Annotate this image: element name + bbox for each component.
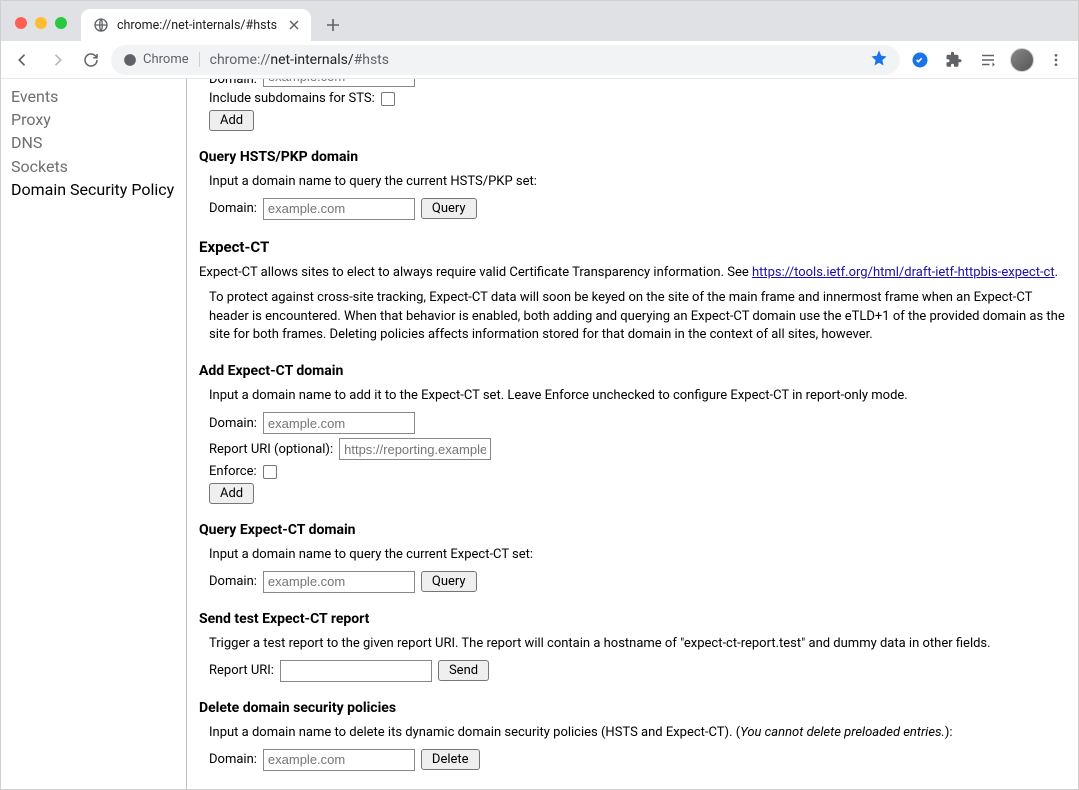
maximize-window-button[interactable] <box>55 17 67 29</box>
add-ect-desc: Input a domain name to add it to the Exp… <box>209 387 1066 406</box>
send-ect-button[interactable]: Send <box>438 660 489 681</box>
sidebar-item-dns[interactable]: DNS <box>11 131 176 154</box>
media-control-icon[interactable] <box>974 46 1002 74</box>
minimize-window-button[interactable] <box>35 17 47 29</box>
address-bar[interactable]: Chrome chrome://net-internals/#hsts <box>111 45 900 75</box>
query-hsts-button[interactable]: Query <box>421 198 477 219</box>
chip-label: Chrome <box>143 52 189 67</box>
add-ect-enforce-checkbox[interactable] <box>263 465 277 479</box>
delete-desc: Input a domain name to delete its dynami… <box>209 724 1066 743</box>
sidebar-item-events[interactable]: Events <box>11 85 176 108</box>
sidebar: Events Proxy DNS Sockets Domain Security… <box>1 79 187 789</box>
sidebar-item-proxy[interactable]: Proxy <box>11 108 176 131</box>
query-hsts-heading: Query HSTS/PKP domain <box>199 149 1066 165</box>
delete-heading: Delete domain security policies <box>199 700 1066 716</box>
add-ect-domain-label: Domain: <box>209 416 257 431</box>
include-subdomains-label: Include subdomains for STS: <box>209 91 375 106</box>
profile-avatar[interactable] <box>1008 46 1036 74</box>
query-ect-button[interactable]: Query <box>421 571 477 592</box>
reload-button[interactable] <box>77 46 105 74</box>
send-ect-desc: Trigger a test report to the given repor… <box>209 635 1066 654</box>
send-ect-uri-label: Report URI: <box>209 663 274 678</box>
back-button[interactable] <box>9 46 37 74</box>
globe-icon <box>93 17 109 33</box>
expect-ct-spec-link[interactable]: https://tools.ietf.org/html/draft-ietf-h… <box>752 265 1055 280</box>
expect-ct-heading: Expect-CT <box>199 238 1066 256</box>
window-controls <box>9 17 73 41</box>
delete-button[interactable]: Delete <box>421 749 480 770</box>
add-ect-uri-label: Report URI (optional): <box>209 442 333 457</box>
security-chip: Chrome <box>123 52 200 67</box>
menu-button[interactable] <box>1042 46 1070 74</box>
sidebar-item-domain-security-policy[interactable]: Domain Security Policy <box>11 178 176 201</box>
query-hsts-desc: Input a domain name to query the current… <box>209 173 1066 192</box>
send-ect-heading: Send test Expect-CT report <box>199 611 1066 627</box>
sync-profile-icon[interactable] <box>906 46 934 74</box>
add-ect-uri-input[interactable] <box>339 438 491 460</box>
query-hsts-domain-input[interactable] <box>263 198 415 220</box>
include-subdomains-checkbox[interactable] <box>381 92 395 106</box>
add-ect-enforce-label: Enforce: <box>209 464 257 479</box>
tab-title: chrome://net-internals/#hsts <box>117 18 277 33</box>
expect-ct-note: To protect against cross-site tracking, … <box>209 289 1066 346</box>
tab-strip: chrome://net-internals/#hsts <box>1 1 1078 41</box>
sidebar-item-sockets[interactable]: Sockets <box>11 155 176 178</box>
browser-tab[interactable]: chrome://net-internals/#hsts <box>81 9 311 41</box>
query-ect-domain-input[interactable] <box>263 571 415 593</box>
query-ect-domain-label: Domain: <box>209 574 257 589</box>
expect-ct-desc: Expect-CT allows sites to elect to alway… <box>199 264 1066 283</box>
query-hsts-domain-label: Domain: <box>209 201 257 216</box>
close-tab-button[interactable] <box>287 18 301 32</box>
close-window-button[interactable] <box>15 17 27 29</box>
toolbar: Chrome chrome://net-internals/#hsts <box>1 41 1078 79</box>
forward-button[interactable] <box>43 46 71 74</box>
hsts-add-domain-input[interactable] <box>263 79 415 87</box>
extensions-icon[interactable] <box>940 46 968 74</box>
add-ect-button[interactable]: Add <box>209 483 254 504</box>
delete-domain-label: Domain: <box>209 752 257 767</box>
domain-label: Domain: <box>209 79 257 87</box>
query-ect-heading: Query Expect-CT domain <box>199 522 1066 538</box>
add-ect-heading: Add Expect-CT domain <box>199 363 1066 379</box>
hsts-add-button[interactable]: Add <box>209 110 254 131</box>
new-tab-button[interactable] <box>319 11 347 39</box>
main-content: Domain: Include subdomains for STS: Add … <box>187 79 1078 789</box>
add-ect-domain-input[interactable] <box>263 412 415 434</box>
bookmark-star-icon[interactable] <box>870 49 888 71</box>
chrome-icon <box>123 53 137 67</box>
query-ect-desc: Input a domain name to query the current… <box>209 546 1066 565</box>
delete-domain-input[interactable] <box>263 749 415 771</box>
send-ect-uri-input[interactable] <box>280 660 432 682</box>
url-text: chrome://net-internals/#hsts <box>210 52 389 68</box>
